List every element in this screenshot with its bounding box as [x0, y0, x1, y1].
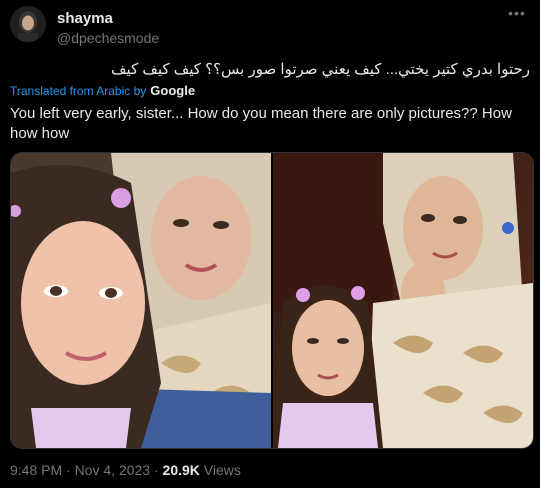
display-name[interactable]: shayma [57, 10, 113, 27]
photo-2[interactable] [273, 153, 533, 448]
google-logo: Google [150, 83, 196, 98]
tweet-time[interactable]: 9:48 PM [10, 462, 62, 478]
user-handle[interactable]: @dpechesmode [57, 30, 159, 46]
more-icon[interactable]: ••• [504, 6, 530, 26]
translated-label: Translated from Arabic by [10, 83, 147, 98]
tweet-date[interactable]: Nov 4, 2023 [75, 462, 151, 478]
tweet-original-text: رحتوا بدري كتير يختي... كيف يعني صرتوا ص… [111, 61, 530, 78]
views-label: Views [203, 462, 241, 478]
footer-separator: · [62, 462, 75, 478]
footer-separator-2: · [150, 462, 163, 478]
tweet-header: shayma @dpechesmode ••• [10, 6, 530, 46]
media-grid [10, 152, 534, 449]
tweet: shayma @dpechesmode ••• رحتوا بدري كتير … [0, 0, 540, 488]
avatar[interactable] [10, 6, 46, 42]
translation-attribution[interactable]: Translated from Arabic by Google [10, 83, 195, 98]
photo-1[interactable] [11, 153, 271, 448]
views-count: 20.9K [162, 462, 200, 478]
tweet-translation: You left very early, sister... How do yo… [10, 105, 512, 142]
tweet-metadata: 9:48 PM · Nov 4, 2023 · 20.9K Views [10, 462, 241, 478]
